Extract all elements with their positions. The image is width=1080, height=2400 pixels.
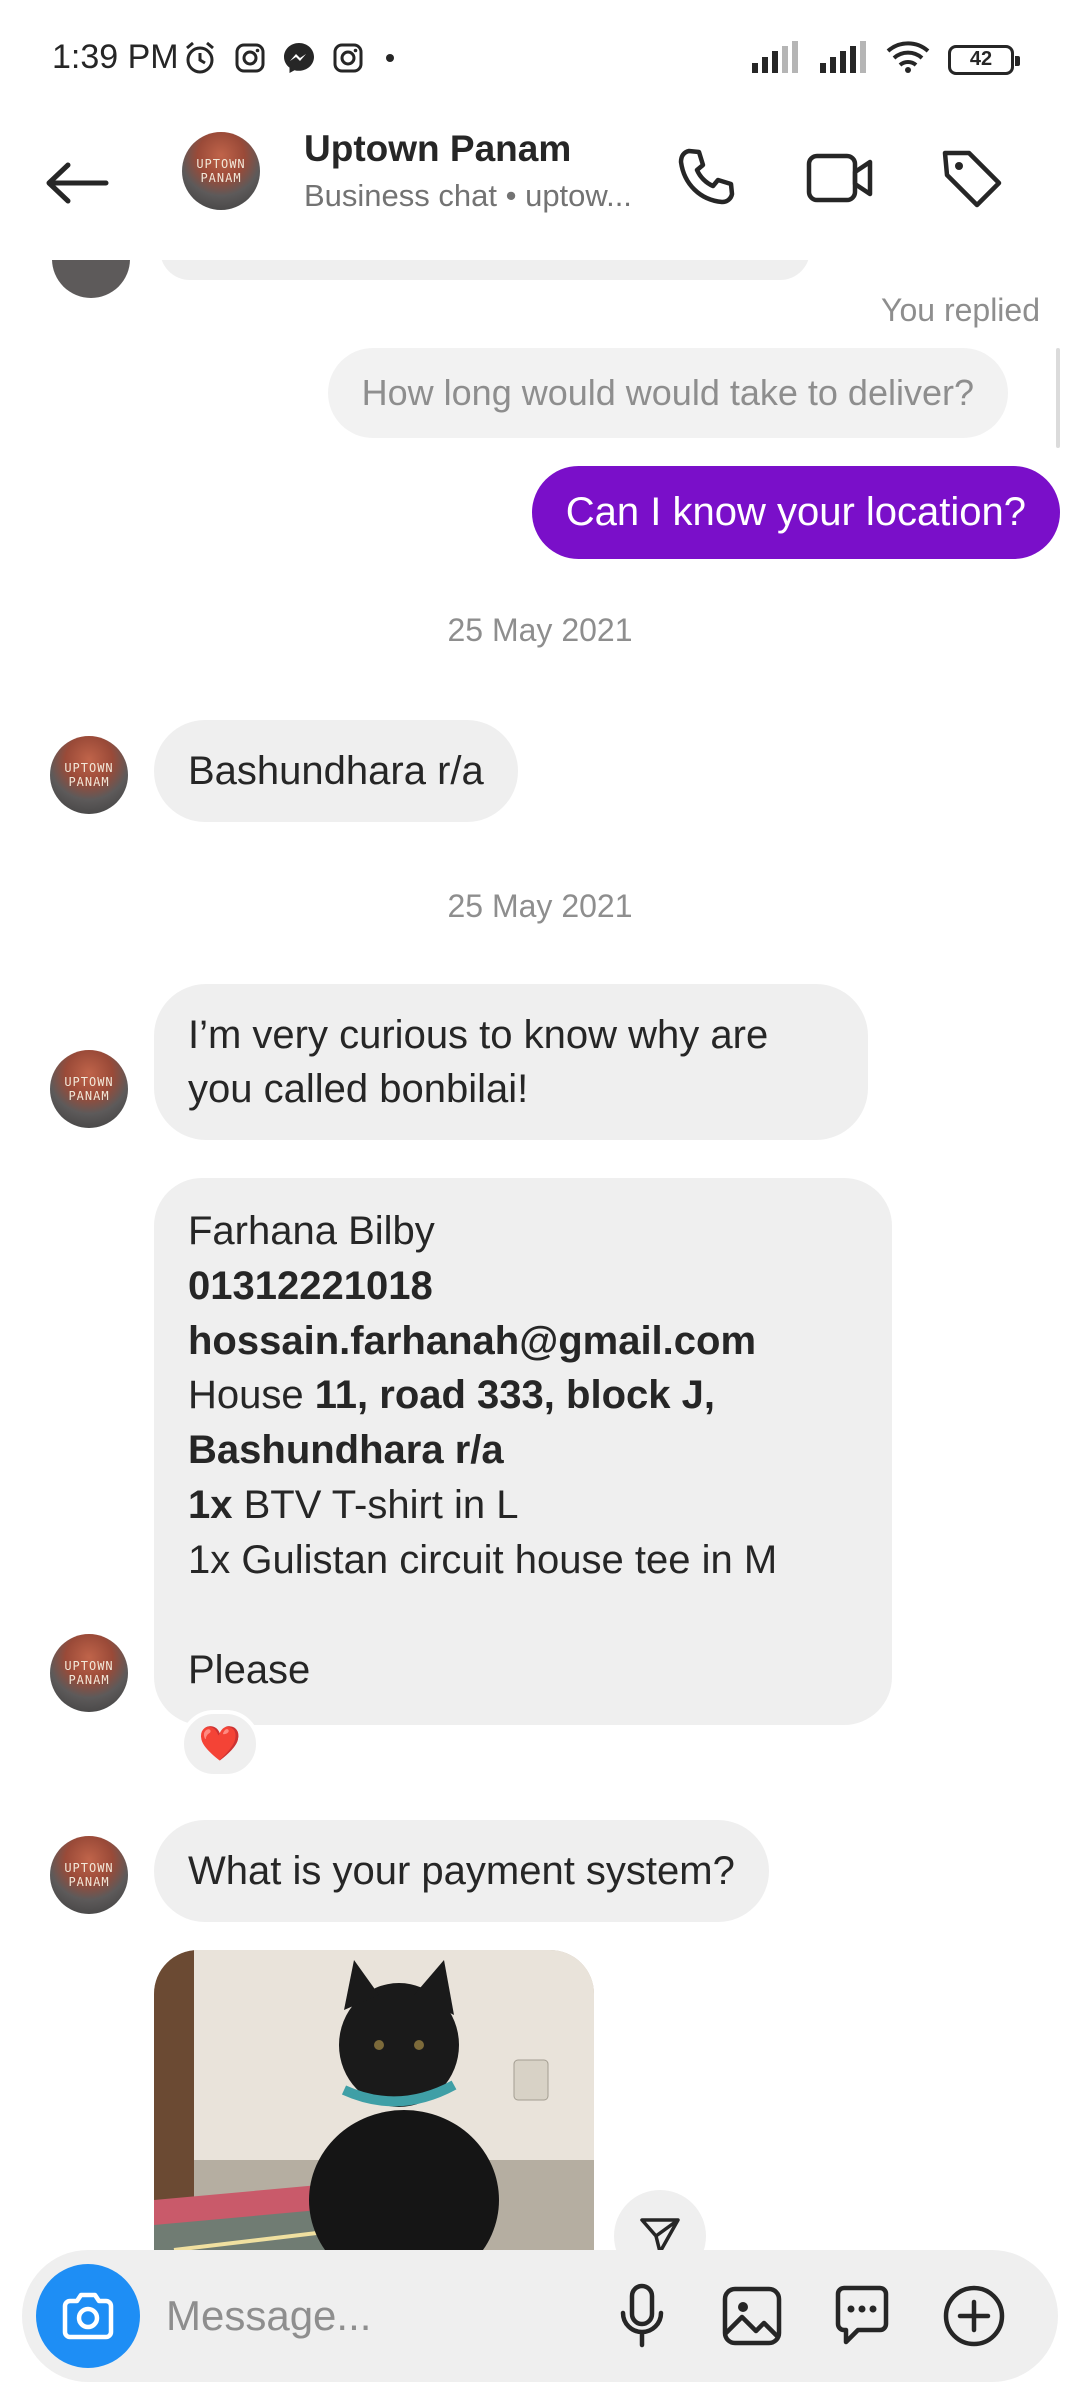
- order-closing: Please: [188, 1647, 311, 1692]
- chat-header: UPTOWN PANAM Uptown Panam Business chat …: [0, 120, 1080, 260]
- order-area: Bashundhara r/a: [188, 1423, 858, 1478]
- gallery-button[interactable]: [712, 2276, 792, 2356]
- status-time: 1:39 PM: [52, 38, 179, 76]
- message-composer: [22, 2250, 1058, 2382]
- label-button[interactable]: [932, 138, 1012, 218]
- received-message-bubble[interactable]: Bashundhara r/a: [154, 720, 518, 822]
- order-item-2: 1x Gulistan circuit house tee in M: [188, 1537, 778, 1582]
- status-bar: 1:39 PM 42: [0, 0, 1080, 120]
- order-email: hossain.farhanah@gmail.com: [188, 1314, 858, 1369]
- avatar-text-bottom: PANAM: [68, 775, 110, 789]
- camera-button[interactable]: [36, 2264, 140, 2368]
- sticker-icon: [835, 2285, 889, 2345]
- message-line: you called bonbilai!: [188, 1067, 529, 1111]
- received-message-bubble[interactable]: I’m very curious to know why are you cal…: [154, 984, 868, 1140]
- order-name: Farhana Bilby: [188, 1209, 435, 1253]
- message-list[interactable]: You replied How long would would take to…: [0, 260, 1080, 2250]
- order-email-value: hossain.farhanah@gmail.com: [188, 1318, 757, 1363]
- plus-icon: [943, 2285, 1005, 2347]
- avatar[interactable]: UPTOWN PANAM: [50, 736, 128, 814]
- avatar-text-top: UPTOWN: [196, 156, 246, 171]
- order-house-prefix: House: [188, 1373, 315, 1418]
- voice-message-button[interactable]: [602, 2276, 682, 2356]
- microphone-icon: [620, 2283, 664, 2348]
- message-input[interactable]: [166, 2280, 616, 2352]
- back-button[interactable]: [40, 146, 114, 220]
- gallery-icon: [722, 2286, 782, 2346]
- you-replied-label: You replied: [881, 292, 1040, 328]
- messenger-icon: [282, 41, 316, 80]
- avatar[interactable]: UPTOWN PANAM: [182, 132, 260, 210]
- order-item-1: 1x BTV T-shirt in L: [188, 1478, 858, 1533]
- video-call-button[interactable]: [800, 138, 880, 218]
- order-phone-value: 01312221018: [188, 1263, 433, 1308]
- avatar-text-top: UPTOWN: [64, 760, 114, 775]
- order-message-bubble[interactable]: Farhana Bilby 01312221018 hossain.farhan…: [154, 1178, 892, 1726]
- received-message-bubble[interactable]: What is your payment system?: [154, 1820, 769, 1922]
- avatar[interactable]: UPTOWN PANAM: [50, 1050, 128, 1128]
- contact-subtitle[interactable]: Business chat • uptow...: [304, 178, 664, 214]
- avatar-text-top: UPTOWN: [64, 1074, 114, 1089]
- avatar-text-bottom: PANAM: [68, 1673, 110, 1687]
- replied-quote-bubble[interactable]: How long would would take to deliver?: [327, 348, 1008, 438]
- camera-icon: [62, 2292, 114, 2340]
- avatar[interactable]: UPTOWN PANAM: [50, 1634, 128, 1712]
- status-icons-right: 42: [750, 40, 1020, 79]
- tag-icon: [942, 150, 1002, 208]
- heart-reaction[interactable]: ❤️: [180, 1710, 260, 1778]
- avatar-text-top: UPTOWN: [64, 1860, 114, 1875]
- dot-icon: [380, 48, 400, 73]
- order-area-value: Bashundhara r/a: [188, 1428, 504, 1473]
- share-button[interactable]: [614, 2190, 706, 2250]
- back-arrow-icon: [46, 162, 109, 204]
- send-icon: [640, 2218, 680, 2250]
- shared-photo[interactable]: [154, 1950, 594, 2250]
- order-phone: 01312221018: [188, 1259, 858, 1314]
- avatar-text-bottom: PANAM: [68, 1089, 110, 1103]
- avatar[interactable]: UPTOWN PANAM: [50, 1836, 128, 1914]
- date-separator: 25 May 2021: [447, 612, 633, 648]
- sticker-button[interactable]: [822, 2276, 902, 2356]
- battery-icon: 42: [948, 44, 1020, 75]
- more-options-button[interactable]: [934, 2276, 1014, 2356]
- contact-name[interactable]: Uptown Panam: [304, 128, 571, 170]
- status-icons-left: [182, 40, 400, 81]
- signal-icon: [818, 41, 868, 78]
- voice-call-button[interactable]: [666, 138, 746, 218]
- order-address: House 11, road 333, block J,: [188, 1368, 858, 1423]
- instagram-icon: [332, 42, 364, 79]
- avatar-text-top: UPTOWN: [64, 1658, 114, 1673]
- avatar-text-bottom: PANAM: [200, 171, 242, 185]
- order-house: 11, road 333, block J,: [314, 1373, 715, 1418]
- alarm-icon: [182, 40, 218, 81]
- order-item-1-qty: 1x: [188, 1482, 233, 1527]
- message-line: I’m very curious to know why are: [188, 1013, 769, 1057]
- video-icon: [806, 153, 873, 203]
- scrollbar[interactable]: [1056, 348, 1060, 448]
- avatar-text-bottom: PANAM: [68, 1875, 110, 1889]
- avatar: [52, 260, 130, 298]
- heart-icon: ❤️: [198, 1725, 242, 1763]
- message-bubble[interactable]: [160, 260, 810, 280]
- instagram-icon: [234, 42, 266, 79]
- wifi-icon: [886, 40, 930, 79]
- sent-message-bubble[interactable]: Can I know your location?: [531, 466, 1060, 559]
- date-separator: 25 May 2021: [447, 888, 633, 924]
- order-item-1-desc: BTV T-shirt in L: [232, 1482, 519, 1527]
- signal-icon: [750, 41, 800, 78]
- phone-icon: [678, 148, 735, 205]
- cat-photo-image: [154, 1950, 594, 2250]
